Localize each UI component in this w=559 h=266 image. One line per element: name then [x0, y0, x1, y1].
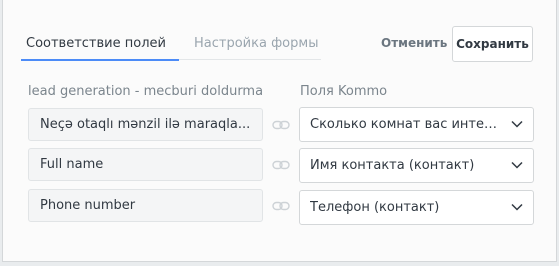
source-field: Full name	[28, 148, 263, 181]
cancel-button[interactable]: Отменить	[381, 36, 447, 50]
target-field-select[interactable]: Телефон (контакт)	[299, 190, 534, 225]
active-tab-indicator	[21, 59, 179, 61]
tab-field-mapping[interactable]: Соответствие полей	[26, 36, 166, 51]
source-field: Phone number	[28, 189, 263, 222]
chevron-down-icon	[511, 120, 523, 128]
target-column-header: Поля Kommo	[300, 84, 388, 99]
form-mapping-panel: Соответствие полей Настройка формы Отмен…	[2, 0, 557, 262]
link-icon	[272, 160, 290, 170]
tab-form-settings[interactable]: Настройка формы	[194, 36, 318, 51]
target-field-value: Имя контакта (контакт)	[310, 158, 475, 173]
link-icon	[272, 120, 290, 130]
source-field: Neçə otaqlı mənzil ilə maraqla...	[28, 108, 263, 141]
source-column-header: lead generation - mecburi doldurma	[28, 84, 264, 99]
target-field-select[interactable]: Сколько комнат вас интерес...	[299, 107, 534, 142]
chevron-down-icon	[511, 161, 523, 169]
target-field-value: Телефон (контакт)	[310, 200, 440, 215]
save-button[interactable]: Сохранить	[452, 26, 533, 62]
target-field-value: Сколько комнат вас интерес...	[310, 117, 501, 132]
target-field-select[interactable]: Имя контакта (контакт)	[299, 148, 534, 183]
chevron-down-icon	[511, 203, 523, 211]
link-icon	[272, 201, 290, 211]
